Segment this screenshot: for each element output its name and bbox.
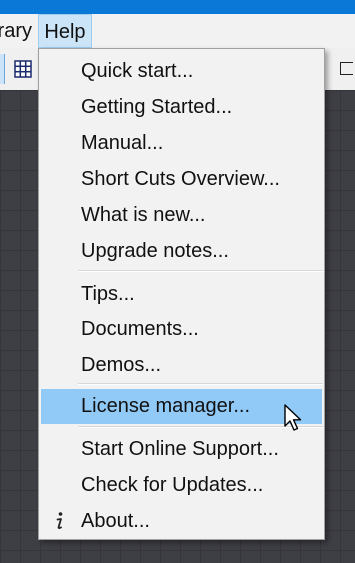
menu-item-check-updates[interactable]: Check for Updates...	[41, 468, 322, 503]
menu-item-tips[interactable]: Tips...	[41, 277, 322, 312]
menu-item-license-manager[interactable]: License manager...	[41, 389, 322, 424]
menu-item-label: Quick start...	[81, 60, 194, 82]
menu-item-label: Demos...	[81, 354, 162, 376]
menu-item-label: Short Cuts Overview...	[81, 168, 280, 190]
menu-item-online-support[interactable]: Start Online Support...	[41, 432, 322, 467]
menu-item-label: Check for Updates...	[81, 474, 264, 496]
menu-item-upgrade-notes[interactable]: Upgrade notes...	[41, 234, 322, 269]
menu-item-label: Documents...	[81, 318, 199, 340]
menubar: rary Help	[0, 14, 355, 48]
menu-item-manual[interactable]: Manual...	[41, 126, 322, 161]
menu-item-demos[interactable]: Demos...	[41, 348, 322, 383]
toolbar-frame-icon[interactable]	[340, 62, 353, 75]
info-icon	[56, 512, 63, 529]
grid-icon[interactable]	[14, 60, 32, 78]
menu-item-getting-started[interactable]: Getting Started...	[41, 90, 322, 125]
menu-item-shortcuts-overview[interactable]: Short Cuts Overview...	[41, 162, 322, 197]
toolbar-button-partial[interactable]	[0, 54, 5, 84]
menu-item-about[interactable]: About...	[41, 504, 322, 539]
menu-item-quick-start[interactable]: Quick start...	[41, 54, 322, 89]
menubar-item-library-label: rary	[0, 20, 32, 42]
menu-separator	[78, 383, 323, 385]
titlebar-strip	[0, 0, 355, 14]
menu-item-label: Upgrade notes...	[81, 240, 229, 262]
menubar-item-help[interactable]: Help	[38, 14, 92, 48]
menu-item-label: Manual...	[81, 132, 164, 154]
menu-item-label: License manager...	[81, 395, 250, 417]
menu-item-label: What is new...	[81, 204, 206, 226]
menu-item-label: Getting Started...	[81, 96, 233, 118]
mouse-pointer-icon	[284, 404, 302, 431]
menu-item-label: About...	[81, 510, 150, 532]
help-dropdown-menu: Quick start... Getting Started... Manual…	[38, 48, 325, 540]
menu-item-label: Start Online Support...	[81, 438, 279, 460]
menubar-item-library[interactable]: rary	[0, 14, 38, 48]
menu-item-label: Tips...	[81, 283, 135, 305]
menu-item-documents[interactable]: Documents...	[41, 312, 322, 347]
menu-item-what-is-new[interactable]: What is new...	[41, 198, 322, 233]
menu-separator	[78, 270, 323, 272]
